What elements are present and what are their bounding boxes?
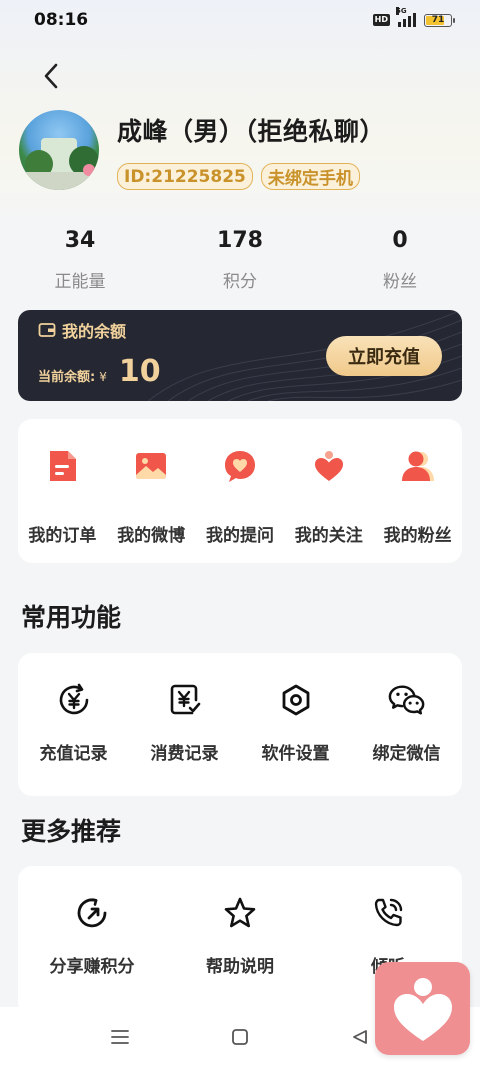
document-icon (43, 447, 81, 485)
stat-value: 0 (392, 228, 408, 253)
menu-item-my-follows[interactable]: 我的关注 (284, 419, 373, 563)
balance-title-text: 我的余额 (62, 322, 127, 341)
battery-level: 71 (431, 15, 445, 25)
balance-currency: ¥ (99, 370, 107, 384)
balance-label: 当前余额: (38, 370, 96, 385)
balance-card: 我的余额 当前余额: ¥ 10 立即充值 (18, 310, 462, 401)
status-indicators: HD 5G 71 (372, 7, 455, 27)
func-label: 绑定微信 (372, 744, 441, 764)
nav-home-button[interactable] (225, 1022, 255, 1052)
yuan-check-icon (166, 681, 204, 719)
back-button[interactable] (38, 62, 64, 90)
battery-icon: 71 (424, 13, 455, 27)
floating-heart-button[interactable] (375, 962, 470, 1055)
network-type: 5G (396, 7, 407, 15)
func-label: 软件设置 (261, 744, 330, 764)
recharge-button[interactable]: 立即充值 (326, 336, 442, 376)
phone-binding-tag[interactable]: 未绑定手机 (260, 163, 360, 190)
profile-page: 08:16 HD 5G 71 成峰（男）（拒绝私聊） ID:21225825 未… (0, 0, 480, 1067)
stat-energy[interactable]: 34 正能量 (0, 225, 160, 292)
stat-label: 正能量 (54, 272, 106, 292)
share-refresh-icon (73, 894, 111, 932)
menu-item-my-weibo[interactable]: 我的微博 (107, 419, 196, 563)
yuan-refresh-icon (55, 681, 93, 719)
status-time: 08:16 (34, 10, 89, 30)
stat-value: 34 (64, 228, 96, 253)
stat-points[interactable]: 178 积分 (160, 225, 320, 292)
menu-icon (111, 1030, 129, 1044)
section-title-common: 常用功能 (21, 603, 122, 632)
balance-title: 我的余额 (38, 318, 126, 342)
wallet-icon (38, 323, 56, 337)
avatar[interactable] (19, 110, 99, 190)
hd-badge: HD (372, 14, 390, 26)
stats-row: 34 正能量 178 积分 0 粉丝 (0, 225, 480, 292)
profile-tags: ID:21225825 未绑定手机 (117, 163, 360, 190)
menu-item-my-questions[interactable]: 我的提问 (196, 419, 285, 563)
menu-item-label: 我的订单 (28, 526, 97, 546)
chevron-left-icon (44, 63, 58, 89)
func-consumption-records[interactable]: 消费记录 (129, 653, 240, 796)
stat-value: 178 (217, 228, 263, 253)
image-icon (132, 447, 170, 485)
user-name: 成峰（男）（拒绝私聊） (117, 117, 386, 146)
menu-item-label: 我的微博 (117, 526, 186, 546)
triangle-back-icon (353, 1030, 367, 1044)
square-icon (232, 1029, 248, 1045)
func-bind-wechat[interactable]: 绑定微信 (351, 653, 462, 796)
wechat-icon (388, 681, 426, 719)
user-id-tag: ID:21225825 (117, 163, 253, 190)
func-recharge-records[interactable]: 充值记录 (18, 653, 129, 796)
nav-back-button[interactable] (345, 1022, 375, 1052)
common-functions-card: 充值记录 消费记录 软件设置 绑定微信 (18, 653, 462, 796)
func-label: 消费记录 (150, 744, 219, 764)
phone-call-icon (369, 894, 407, 932)
rec-help[interactable]: 帮助说明 (166, 866, 314, 1016)
stat-fans[interactable]: 0 粉丝 (320, 225, 480, 292)
orders-card: 我的订单 我的微博 我的提问 我的关注 我的粉丝 (18, 419, 462, 563)
balance-amount: 10 (118, 354, 161, 389)
star-icon (221, 894, 259, 932)
section-title-recommend: 更多推荐 (21, 817, 122, 846)
heart-person-icon (393, 977, 452, 1041)
settings-hex-icon (277, 681, 315, 719)
heart-bubble-icon (221, 447, 259, 485)
menu-item-label: 我的粉丝 (383, 526, 452, 546)
balance-row: 当前余额: ¥ 10 (38, 354, 161, 389)
rec-label: 分享赚积分 (49, 957, 135, 977)
rec-share-points[interactable]: 分享赚积分 (18, 866, 166, 1016)
heart-person-icon (310, 447, 348, 485)
user-icon (399, 447, 437, 485)
menu-item-label: 我的提问 (205, 526, 274, 546)
signal-icon: 5G (396, 7, 416, 27)
menu-item-my-orders[interactable]: 我的订单 (18, 419, 107, 563)
menu-item-my-fans[interactable]: 我的粉丝 (373, 419, 462, 563)
func-label: 充值记录 (39, 744, 108, 764)
nav-menu-button[interactable] (105, 1022, 135, 1052)
stat-label: 积分 (223, 272, 257, 292)
rec-label: 帮助说明 (206, 957, 274, 977)
menu-item-label: 我的关注 (294, 526, 363, 546)
stat-label: 粉丝 (383, 272, 417, 292)
status-bar: 08:16 HD 5G 71 (0, 0, 480, 40)
func-software-settings[interactable]: 软件设置 (240, 653, 351, 796)
